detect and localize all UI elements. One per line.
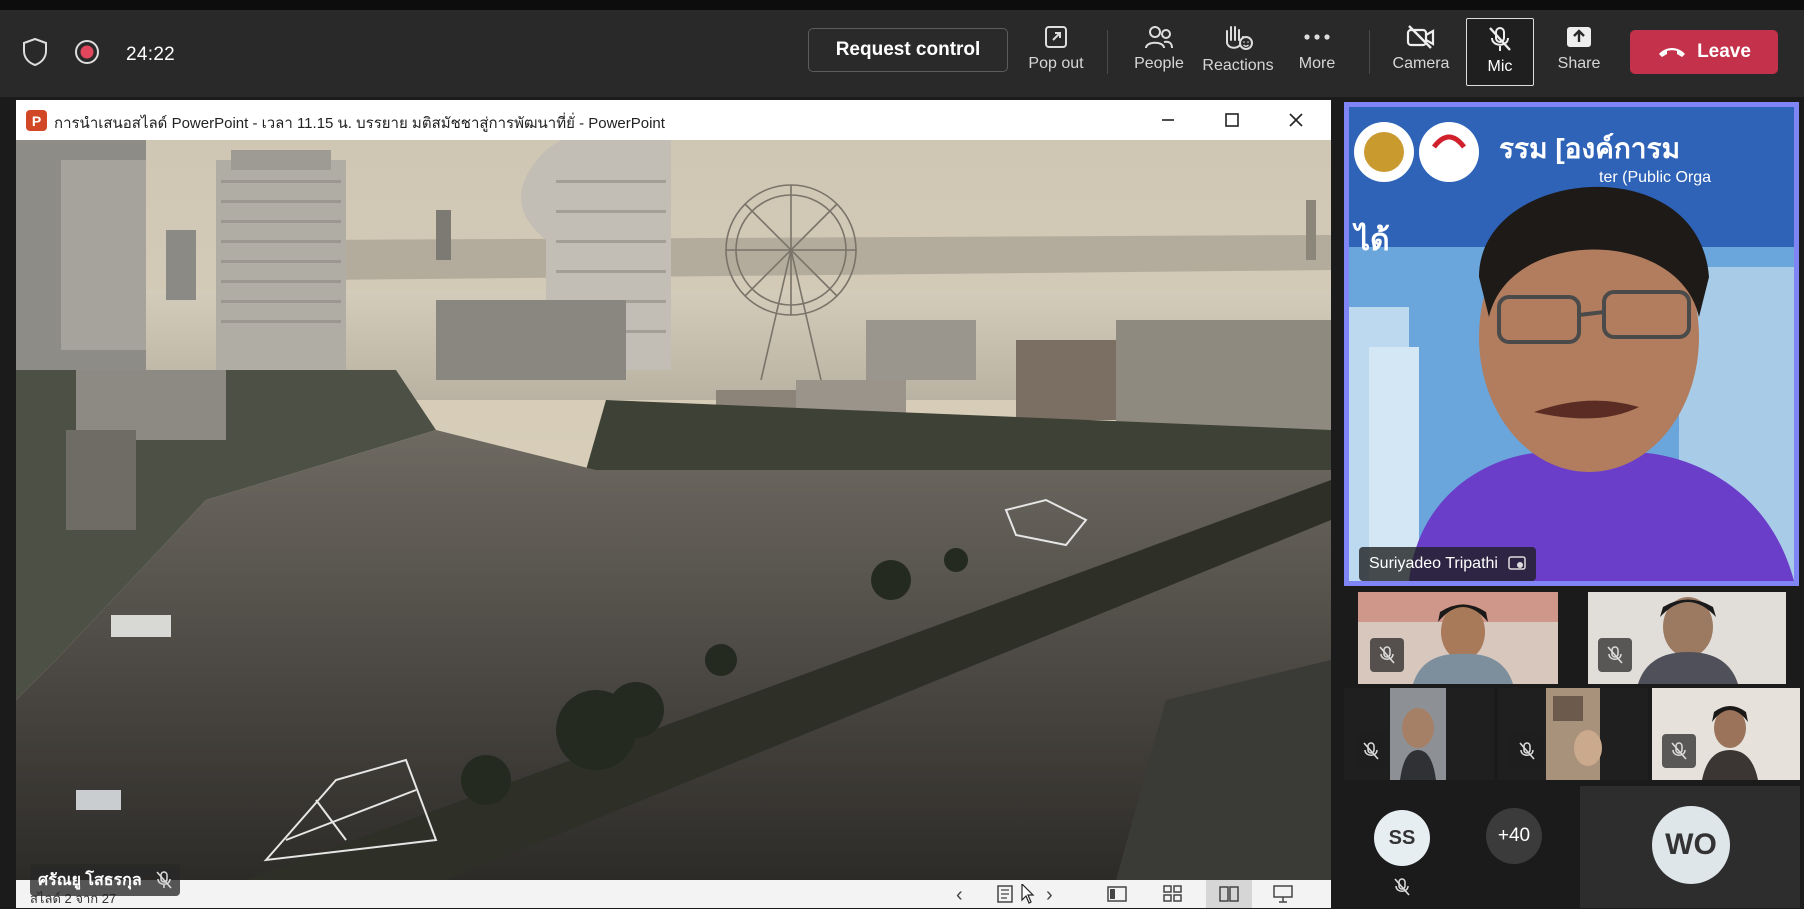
backdrop-text: รรม [องค์การม — [1499, 133, 1681, 164]
powerpoint-icon: P — [26, 110, 47, 131]
recording-icon — [74, 39, 100, 70]
mic-off-icon — [1489, 27, 1511, 51]
screen-share-icon — [1508, 556, 1526, 570]
participant-tile[interactable]: WO — [1580, 786, 1800, 908]
mic-button[interactable]: Mic — [1466, 18, 1534, 86]
mic-off-icon — [1671, 742, 1687, 760]
next-slide-icon[interactable]: › — [1046, 884, 1053, 907]
speaker-nameplate: Suriyadeo Tripathi — [1359, 547, 1536, 581]
mic-off-icon — [1519, 742, 1535, 760]
more-button[interactable]: More — [1278, 18, 1356, 86]
presenter-name: ศรัณยู โสธรกุล — [38, 871, 142, 889]
participant-tile[interactable] — [1358, 592, 1558, 684]
slideshow-footer: สไลด์ 2 จาก 27 ‹ › — [16, 880, 1331, 908]
pop-out-icon — [1045, 26, 1067, 48]
mic-off-indicator — [1662, 734, 1696, 768]
prev-slide-icon[interactable]: ‹ — [956, 884, 963, 907]
mic-off-indicator — [1598, 638, 1632, 672]
share-button[interactable]: Share — [1540, 18, 1618, 86]
mic-off-indicator — [1370, 638, 1404, 672]
meeting-status: 24:22 — [22, 37, 175, 72]
hang-up-icon — [1659, 48, 1686, 57]
more-label: More — [1298, 55, 1336, 72]
meeting-toolbar: 24:22 Request control Pop out People Rea… — [0, 10, 1804, 97]
people-label: People — [1134, 55, 1184, 72]
window-title: การนำเสนอสไลด์ PowerPoint - เวลา 11.15 น… — [54, 115, 665, 132]
mic-off-icon — [1607, 646, 1623, 664]
more-icon — [1304, 34, 1330, 40]
participants-panel: รรม [องค์การม ter (Public Orga ได้ Suriy… — [1344, 100, 1804, 908]
powerpoint-titlebar: P การนำเสนอสไลด์ PowerPoint - เวลา 11.15… — [16, 100, 1331, 140]
reactions-icon — [1226, 26, 1253, 50]
camera-off-icon — [1406, 25, 1435, 49]
shared-screen: P การนำเสนอสไลด์ PowerPoint - เวลา 11.15… — [16, 100, 1331, 908]
reactions-button[interactable]: Reactions — [1199, 18, 1277, 86]
meeting-timer: 24:22 — [126, 43, 176, 65]
slide-image — [16, 140, 1331, 880]
overflow-participants-button[interactable]: +40 — [1486, 808, 1542, 864]
participant-tile[interactable] — [1652, 688, 1800, 780]
active-speaker-tile[interactable]: รรม [องค์การม ter (Public Orga ได้ Suriy… — [1344, 102, 1799, 586]
share-icon — [1567, 27, 1591, 47]
avatar-ss[interactable]: SS — [1374, 810, 1430, 866]
camera-button[interactable]: Camera — [1382, 18, 1460, 86]
maximize-icon[interactable] — [1220, 108, 1244, 132]
reactions-label: Reactions — [1202, 57, 1274, 74]
close-icon[interactable] — [1284, 108, 1308, 132]
participant-tile[interactable] — [1588, 592, 1786, 684]
mic-label: Mic — [1487, 58, 1513, 75]
speaker-name: Suriyadeo Tripathi — [1369, 555, 1498, 572]
shield-icon[interactable] — [22, 37, 48, 72]
pop-out-button[interactable]: Pop out — [1017, 18, 1095, 86]
presenter-nameplate: ศรัณยู โสธรกุล — [30, 864, 180, 896]
pop-out-label: Pop out — [1028, 55, 1084, 72]
participant-tile[interactable] — [1344, 688, 1494, 780]
people-icon — [1145, 26, 1173, 49]
participant-tile[interactable] — [1498, 688, 1648, 780]
toolbar-divider — [1107, 30, 1108, 74]
mic-off-icon — [1394, 878, 1410, 896]
camera-label: Camera — [1392, 55, 1450, 72]
slide-sorter-icon[interactable] — [1162, 884, 1184, 904]
mic-off-icon — [156, 871, 172, 889]
reading-view-icon[interactable] — [1218, 884, 1240, 904]
share-label: Share — [1557, 55, 1601, 72]
avatar-wo: WO — [1652, 806, 1730, 884]
leave-button[interactable]: Leave — [1630, 30, 1778, 74]
window-top-strip — [0, 0, 1804, 10]
request-control-button[interactable]: Request control — [808, 28, 1008, 72]
minimize-icon[interactable] — [1156, 108, 1180, 132]
mic-off-indicator — [1354, 734, 1388, 768]
backdrop-fragment: ได้ — [1355, 224, 1390, 257]
slideshow-view-icon[interactable] — [1272, 884, 1294, 904]
people-button[interactable]: People — [1120, 18, 1198, 86]
mic-off-icon — [1363, 742, 1379, 760]
mic-off-indicator — [1510, 734, 1544, 768]
notes-icon[interactable] — [994, 884, 1016, 904]
mic-off-icon — [1379, 646, 1395, 664]
cursor-icon — [1021, 884, 1035, 904]
leave-label: Leave — [1697, 41, 1751, 62]
backdrop-subtext: ter (Public Orga — [1599, 169, 1712, 186]
toolbar-divider — [1369, 30, 1370, 74]
normal-view-icon[interactable] — [1106, 884, 1128, 904]
